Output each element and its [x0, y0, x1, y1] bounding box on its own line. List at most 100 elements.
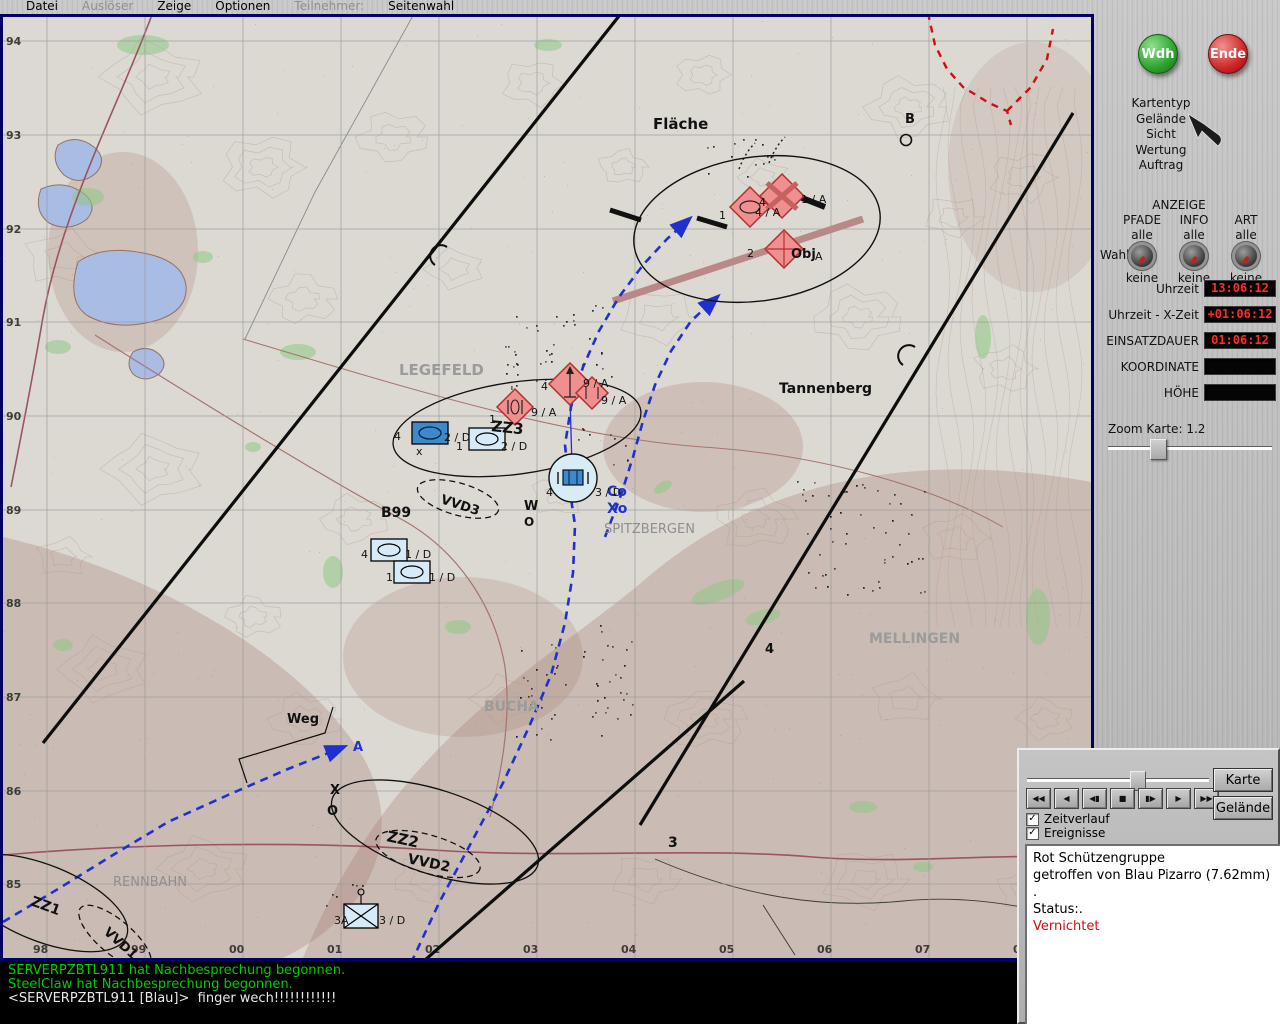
- map-label-x-point: X: [330, 783, 340, 798]
- anzeige-col-art-name: ART: [1220, 213, 1272, 227]
- zoom-control: Zoom Karte: 1.2: [1108, 422, 1272, 450]
- grid-row-label: 86: [6, 785, 22, 798]
- map-label-r1-left: 4: [394, 430, 401, 443]
- blue-unit-armor-4[interactable]: [394, 561, 430, 583]
- map-label-obj: Obj: [791, 247, 816, 262]
- wdh-button[interactable]: Wdh: [1138, 34, 1178, 74]
- play-button[interactable]: ▶: [1166, 788, 1191, 809]
- mouse-cursor-icon: [1186, 112, 1226, 156]
- map-label-o-point-2: O: [327, 804, 338, 819]
- anzeige-col-pfade-name: PFADE: [1116, 213, 1168, 227]
- event-line: getroffen von Blau Pizarro (7.62mm) .: [1033, 867, 1276, 901]
- einsatzdauer-label: EINSATZDAUER: [1106, 334, 1199, 348]
- map-frame: 9899000102030405060708949392919089888786…: [0, 14, 1094, 961]
- map-label-b99: B99: [381, 505, 411, 521]
- map-label-d12-below: 4 / A: [755, 206, 781, 219]
- ende-button[interactable]: Ende: [1208, 34, 1248, 74]
- grid-row-label: 93: [6, 129, 21, 142]
- gelaende-button[interactable]: Gelände: [1213, 796, 1273, 820]
- grid-row-label: 91: [6, 316, 21, 329]
- blue-unit-hq-circled[interactable]: [549, 454, 597, 502]
- menu-zeige[interactable]: Zeige: [157, 0, 191, 14]
- event-line: Rot Schützengruppe: [1033, 850, 1276, 867]
- zeitverlauf-label: Zeitverlauf: [1044, 812, 1110, 826]
- event-status: Vernichtet: [1033, 918, 1276, 935]
- anzeige-title: ANZEIGE: [1094, 198, 1264, 212]
- menu-datei[interactable]: Datei: [26, 0, 58, 14]
- anzeige-art-alle: alle: [1220, 228, 1272, 242]
- map-label-legefeld: LEGEFELD: [399, 361, 484, 379]
- event-line: Status:.: [1033, 901, 1276, 918]
- menu-optionen[interactable]: Optionen: [215, 0, 270, 14]
- menu-bar: Datei Auslöser Zeige Optionen Teilnehmer…: [0, 0, 1280, 14]
- map-label-r2-right: 2 / D: [501, 440, 527, 453]
- x-zeit-label: Uhrzeit - X-Zeit: [1108, 308, 1199, 322]
- option-checkboxes: ✓ Zeitverlauf ✓ Ereignisse: [1026, 812, 1110, 840]
- zoom-karte-label: Zoom Karte:: [1108, 422, 1182, 436]
- rewind-button[interactable]: ◀◀: [1026, 788, 1051, 809]
- map-label-r4-right: 1 / D: [429, 571, 455, 584]
- koordinate-label: KOORDINATE: [1121, 360, 1199, 374]
- grid-row-label: 85: [6, 878, 21, 891]
- pfade-knob[interactable]: [1131, 245, 1153, 267]
- topographic-map[interactable]: 9899000102030405060708949392919089888786…: [3, 17, 1091, 958]
- grid-col-label: 05: [719, 943, 734, 956]
- map-label-d5-right: 9 / A: [583, 377, 609, 390]
- map-label-spitzbergen: SPITZBERGEN: [604, 522, 695, 537]
- map-label-d5-left: 4: [541, 380, 548, 393]
- anzeige-pfade-alle: alle: [1116, 228, 1168, 242]
- chat-log: SERVERPZBTL911 hat Nachbesprechung begon…: [0, 961, 1017, 1024]
- menu-teilnehmer: Teilnehmer:: [294, 0, 364, 14]
- wahl-label: Wahl: [1100, 248, 1129, 262]
- x-zeit-display: +01:06:12: [1204, 306, 1276, 323]
- kartentyp-title: Kartentyp: [1106, 96, 1216, 112]
- map-label-weg: Weg: [287, 712, 319, 727]
- art-knob[interactable]: [1235, 245, 1257, 267]
- map-label-r3-left: 4: [361, 548, 368, 561]
- menu-seitenwahl[interactable]: Seitenwahl: [388, 0, 454, 14]
- map-label-r4-left: 1: [386, 571, 393, 584]
- zoom-slider-thumb[interactable]: [1150, 439, 1167, 460]
- anzeige-info-alle: alle: [1168, 228, 1220, 242]
- uhrzeit-display: 13:06:12: [1204, 280, 1276, 297]
- kartentyp-option-auftrag[interactable]: Auftrag: [1106, 158, 1216, 174]
- step-back-button[interactable]: ◀▮: [1082, 788, 1107, 809]
- step-forward-button[interactable]: ▮▶: [1138, 788, 1163, 809]
- chat-line: SteelClaw hat Nachbesprechung begonnen.: [0, 978, 1017, 992]
- blue-unit-armor-3[interactable]: [371, 539, 407, 561]
- event-text-box[interactable]: Rot Schützengruppe getroffen von Blau Pi…: [1025, 844, 1280, 1024]
- map-label-xo: Xo: [607, 501, 628, 517]
- map-label-r2-left: 1: [456, 440, 463, 453]
- ereignisse-checkbox[interactable]: ✓: [1026, 827, 1039, 840]
- map-label-mellingen: MELLINGEN: [869, 631, 960, 647]
- map-label-d1-left: 1: [719, 209, 726, 222]
- info-knob[interactable]: [1183, 245, 1205, 267]
- timeline-slider-track[interactable]: [1027, 778, 1209, 782]
- hoehe-display: [1204, 384, 1276, 401]
- map-label-flaeche: Fläche: [653, 115, 708, 133]
- transport-buttons: ◀◀ ◀ ◀▮ ■ ▮▶ ▶ ▶▶: [1026, 788, 1219, 809]
- grid-row-label: 89: [6, 504, 21, 517]
- grid-col-label: 01: [327, 943, 342, 956]
- map-label-r5-left: 3A: [334, 914, 349, 927]
- zoom-slider-track[interactable]: [1108, 446, 1272, 450]
- play-reverse-button[interactable]: ◀: [1054, 788, 1079, 809]
- koordinate-display: [1204, 358, 1276, 375]
- uhrzeit-label: Uhrzeit: [1156, 282, 1199, 296]
- map-label-d3-right: A: [815, 250, 823, 263]
- stop-button[interactable]: ■: [1110, 788, 1135, 809]
- zeitverlauf-checkbox[interactable]: ✓: [1026, 813, 1039, 826]
- map-label-o-point-1: O: [524, 515, 534, 529]
- map-label-bucha: BUCHA: [484, 699, 539, 715]
- map-label-num3: 3: [668, 835, 678, 851]
- map-label-r1-below: x: [416, 445, 423, 458]
- karte-button[interactable]: Karte: [1213, 768, 1273, 792]
- blue-unit-armor-selected[interactable]: [412, 422, 448, 444]
- zoom-karte-value: 1.2: [1186, 422, 1205, 436]
- grid-col-label: 00: [229, 943, 245, 956]
- application-window: Datei Auslöser Zeige Optionen Teilnehmer…: [0, 0, 1280, 1024]
- map-label-num4: 4: [765, 642, 774, 657]
- map-label-r5-right: 3 / D: [379, 914, 405, 927]
- map-label-a-route: A: [353, 740, 363, 755]
- grid-row-label: 94: [6, 35, 22, 48]
